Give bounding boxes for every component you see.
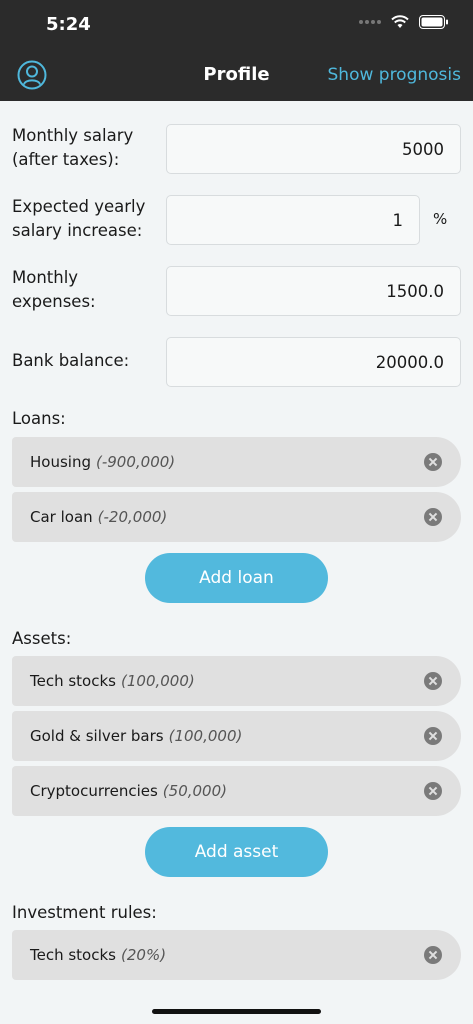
remove-circle-icon[interactable] — [424, 508, 442, 526]
assets-title: Assets: — [12, 629, 72, 648]
remove-circle-icon[interactable] — [424, 727, 442, 745]
investment-rules-title: Investment rules: — [12, 903, 157, 922]
home-indicator[interactable] — [152, 1009, 321, 1014]
asset-name: Cryptocurrencies — [30, 782, 158, 800]
percent-unit: % — [433, 210, 448, 228]
remove-circle-icon[interactable] — [424, 453, 442, 471]
loan-item[interactable]: Housing (-900,000) — [12, 437, 461, 487]
nav-bar: Profile Show prognosis — [0, 50, 473, 101]
wifi-icon — [391, 15, 409, 28]
asset-amount: (100,000) — [168, 727, 243, 745]
rule-name: Tech stocks — [30, 946, 116, 964]
bank-balance-input[interactable] — [166, 337, 461, 387]
show-prognosis-button[interactable]: Show prognosis — [328, 65, 462, 85]
salary-input[interactable] — [166, 124, 461, 174]
salary-label: Monthly salary (after taxes): — [12, 126, 134, 169]
salary-increase-label: Expected yearly salary increase: — [12, 197, 146, 240]
status-time: 5:24 — [46, 14, 91, 35]
salary-increase-input[interactable] — [166, 195, 420, 245]
user-profile-icon[interactable] — [17, 60, 47, 90]
signal-icon — [359, 20, 381, 24]
status-icons — [359, 15, 449, 29]
loan-amount: (-900,000) — [95, 453, 176, 471]
expenses-input[interactable] — [166, 266, 461, 316]
remove-circle-icon[interactable] — [424, 672, 442, 690]
asset-name: Gold & silver bars — [30, 727, 164, 745]
loan-amount: (-20,000) — [97, 508, 168, 526]
asset-amount: (50,000) — [162, 782, 227, 800]
loan-name: Housing — [30, 453, 91, 471]
status-bar: 5:24 — [0, 0, 473, 50]
loans-title: Loans: — [12, 409, 66, 428]
expenses-label: Monthly expenses: — [12, 268, 96, 311]
bank-balance-label: Bank balance: — [12, 351, 130, 370]
battery-icon — [419, 15, 448, 29]
asset-item[interactable]: Tech stocks (100,000) — [12, 656, 461, 706]
asset-amount: (100,000) — [121, 672, 195, 690]
asset-item[interactable]: Gold & silver bars (100,000) — [12, 711, 461, 761]
asset-item[interactable]: Cryptocurrencies (50,000) — [12, 766, 461, 816]
loan-name: Car loan — [30, 508, 93, 526]
remove-circle-icon[interactable] — [424, 782, 442, 800]
add-loan-button[interactable]: Add loan — [145, 553, 328, 603]
loan-item[interactable]: Car loan (-20,000) — [12, 492, 461, 542]
investment-rule-item[interactable]: Tech stocks (20%) — [12, 930, 461, 980]
asset-name: Tech stocks — [30, 672, 116, 690]
add-asset-button[interactable]: Add asset — [145, 827, 328, 877]
rule-amount: (20%) — [121, 946, 167, 964]
remove-circle-icon[interactable] — [424, 946, 442, 964]
